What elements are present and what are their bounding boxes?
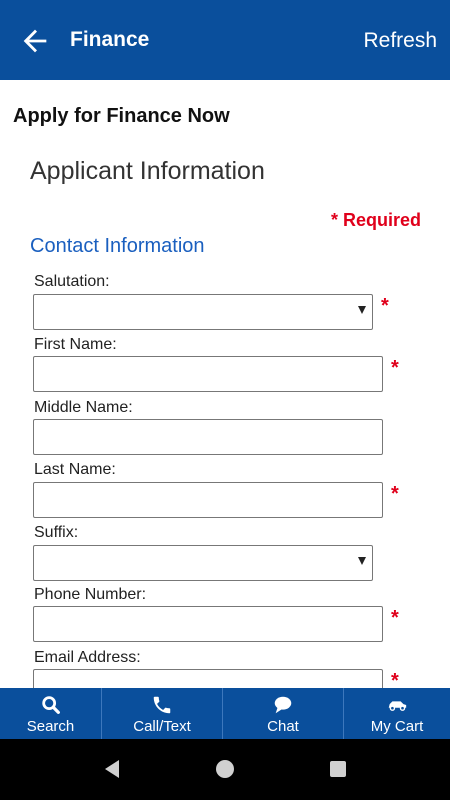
nav-my-cart[interactable]: My Cart [343, 688, 450, 739]
recents-square-icon[interactable] [326, 757, 350, 781]
phone-icon [153, 696, 171, 714]
back-triangle-icon[interactable] [100, 757, 124, 781]
arrow-left-icon[interactable] [18, 24, 52, 58]
app-title: Finance [70, 28, 150, 51]
home-circle-icon[interactable] [213, 757, 237, 781]
nav-call-text[interactable]: Call/Text [101, 688, 222, 739]
bottom-nav: Search Call/Text Chat My Cart [0, 688, 450, 739]
system-nav-bar [0, 739, 450, 800]
nav-my-cart-label: My Cart [370, 718, 424, 735]
suffix-label: Suffix: [34, 524, 79, 541]
nav-chat-label: Chat [267, 718, 299, 735]
required-star: * [391, 483, 399, 505]
page-heading: Apply for Finance Now [13, 105, 230, 127]
chevron-down-icon [358, 306, 366, 314]
required-star: * [391, 670, 399, 688]
email-address-field[interactable] [33, 669, 383, 688]
required-star: * [391, 607, 399, 629]
required-note: * Required [330, 210, 421, 230]
phone-number-label: Phone Number: [34, 586, 147, 603]
phone-number-field[interactable] [33, 606, 383, 642]
first-name-label: First Name: [34, 336, 117, 353]
nav-call-text-label: Call/Text [133, 718, 191, 735]
suffix-select[interactable] [33, 545, 373, 581]
chevron-down-icon [358, 557, 366, 565]
email-address-label: Email Address: [34, 649, 141, 666]
chat-bubble-icon [274, 696, 292, 714]
required-star: * [391, 357, 399, 379]
app-bar: Finance Refresh [0, 0, 450, 80]
salutation-select[interactable] [33, 294, 373, 330]
first-name-field[interactable] [33, 356, 383, 392]
middle-name-label: Middle Name: [34, 399, 133, 416]
car-icon [388, 701, 407, 711]
nav-search[interactable]: Search [0, 688, 101, 739]
required-star: * [381, 295, 389, 317]
subsection-title: Contact Information [30, 235, 205, 257]
nav-chat[interactable]: Chat [222, 688, 343, 739]
refresh-button[interactable]: Refresh [363, 29, 437, 53]
last-name-label: Last Name: [34, 461, 116, 478]
middle-name-field[interactable] [33, 419, 383, 455]
last-name-field[interactable] [33, 482, 383, 518]
nav-search-label: Search [26, 718, 75, 735]
search-icon [41, 696, 60, 714]
section-title: Applicant Information [30, 157, 265, 185]
salutation-label: Salutation: [34, 273, 110, 290]
finance-form-content[interactable]: Apply for Finance Now Applicant Informat… [0, 80, 450, 688]
